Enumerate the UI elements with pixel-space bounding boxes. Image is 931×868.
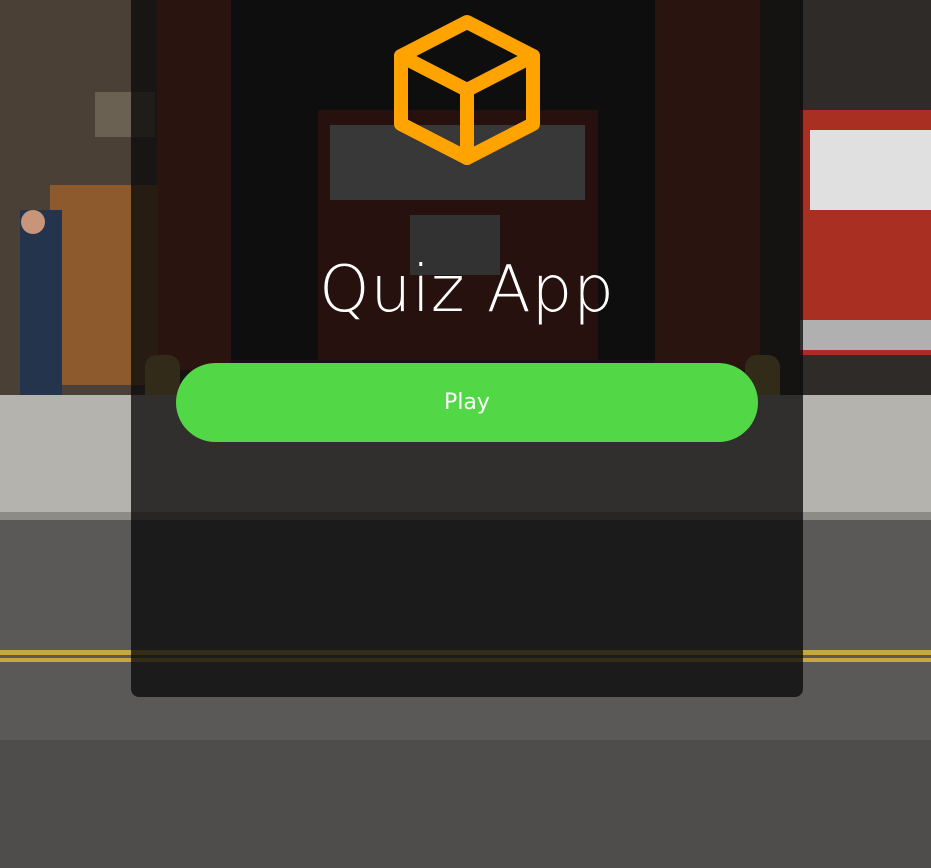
page-title: Quiz App (319, 253, 615, 327)
cube-icon (394, 15, 540, 165)
play-button[interactable]: Play (176, 363, 758, 442)
